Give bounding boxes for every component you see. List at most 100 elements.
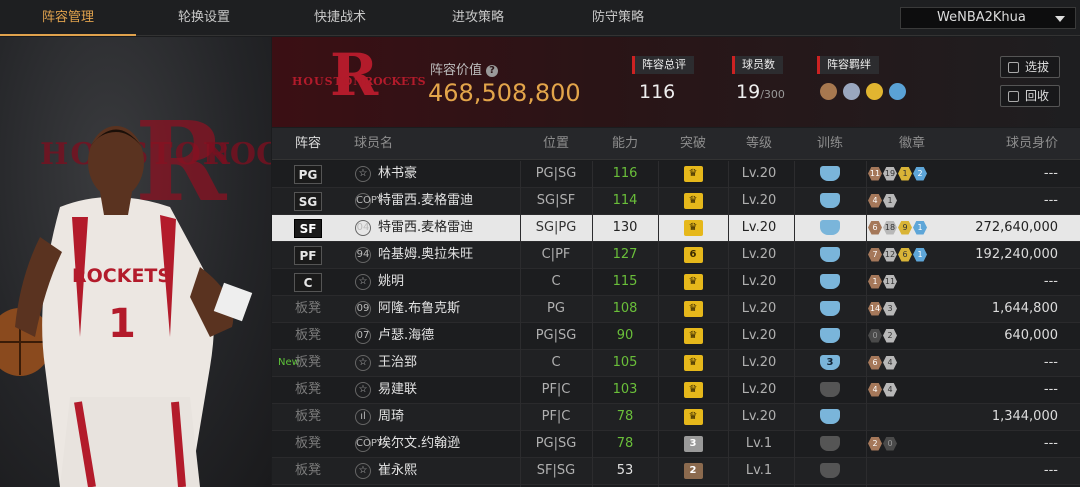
player-badges[interactable]: 14 3 <box>866 296 958 322</box>
training[interactable] <box>794 215 866 241</box>
col-position[interactable]: 位置 <box>520 128 592 160</box>
tab-defense-strategy[interactable]: 防守策略 <box>550 0 686 36</box>
training[interactable] <box>794 242 866 268</box>
player-name[interactable]: 阿隆.布鲁克斯 <box>378 296 460 322</box>
player-name[interactable]: 周琦 <box>378 404 404 430</box>
player-name[interactable]: 姚明 <box>378 269 404 295</box>
table-row[interactable]: 板凳 ☆ 崔永熙 SF|SG 53 2 Lv.1 --- <box>272 458 1080 485</box>
table-row[interactable]: PF 94 哈基姆.奥拉朱旺 C|PF 127 6 Lv.20 7 12 6 1 192,240,00… <box>272 242 1080 269</box>
training[interactable] <box>794 296 866 322</box>
table-row[interactable]: 板凳 07 卢瑟.海德 PG|SG 90 ♛ Lv.20 0 2 640,000 <box>272 323 1080 350</box>
player-badges[interactable]: 7 12 6 1 <box>866 242 958 268</box>
bond-icon[interactable] <box>843 83 860 100</box>
bench-label: 板凳 <box>294 463 321 478</box>
training[interactable] <box>794 269 866 295</box>
breakthrough[interactable]: ♛ <box>658 404 728 430</box>
breakthrough[interactable]: ♛ <box>658 161 728 187</box>
tab-quick-tactics[interactable]: 快捷战术 <box>272 0 408 36</box>
player-name[interactable]: 哈基姆.奥拉朱旺 <box>378 242 473 268</box>
col-breakthrough[interactable]: 突破 <box>658 128 728 160</box>
col-badges[interactable]: 徽章 <box>866 128 958 160</box>
player-badges[interactable]: 41 <box>866 188 958 214</box>
table-row[interactable]: 板凳 ☆ 易建联 PF|C 103 ♛ Lv.20 4 4 --- <box>272 377 1080 404</box>
bond-icon[interactable] <box>820 83 837 100</box>
table-row[interactable]: 板凳 COPY 埃尔文.约翰逊 PG|SG 78 3 Lv.1 2 0 --- <box>272 431 1080 458</box>
breakthrough[interactable]: ♛ <box>658 296 728 322</box>
breakthrough[interactable]: ♛ <box>658 269 728 295</box>
player-badges[interactable] <box>866 458 958 484</box>
player-badges[interactable] <box>866 404 958 430</box>
training[interactable] <box>794 458 866 484</box>
breakthrough[interactable]: ♛ <box>658 323 728 349</box>
badge-hex-icon: 2 <box>868 436 882 451</box>
svg-text:1: 1 <box>108 301 136 347</box>
badge-hex-icon: 4 <box>883 382 897 397</box>
player-name[interactable]: 埃尔文.约翰逊 <box>378 431 460 457</box>
player-name[interactable]: 易建联 <box>378 377 417 403</box>
player-card-icon: 94 <box>352 242 374 268</box>
user-dropdown[interactable]: WeNBA2Khua <box>900 7 1076 29</box>
training[interactable] <box>794 404 866 430</box>
card-type-icon: ıl <box>355 408 371 425</box>
col-training[interactable]: 训练 <box>794 128 866 160</box>
breakthrough[interactable]: ♛ <box>658 377 728 403</box>
breakthrough[interactable]: ♛ <box>658 188 728 214</box>
player-badges[interactable]: 1 11 <box>866 269 958 295</box>
col-ability[interactable]: 能力 <box>592 128 658 160</box>
training[interactable] <box>794 188 866 214</box>
training[interactable] <box>794 431 866 457</box>
player-badges[interactable]: 64 <box>866 350 958 376</box>
breakthrough[interactable]: 2 <box>658 458 728 484</box>
player-name[interactable]: 特雷西.麦格雷迪 <box>378 215 473 241</box>
training[interactable] <box>794 323 866 349</box>
player-level: Lv.20 <box>741 355 777 370</box>
bond-icon[interactable] <box>866 83 883 100</box>
player-name[interactable]: 王治郅 <box>378 350 417 376</box>
player-badges[interactable]: 6 18 9 1 <box>866 215 958 241</box>
recycle-button[interactable]: 回收 <box>1000 85 1060 107</box>
table-row[interactable]: PG ☆ 林书豪 PG|SG 116 ♛ Lv.20 11 19 1 2 --- <box>272 161 1080 188</box>
col-lineup[interactable]: 阵容 <box>286 128 330 160</box>
breakthrough[interactable]: 3 <box>658 431 728 457</box>
breakthrough[interactable]: 6 <box>658 242 728 268</box>
player-name[interactable]: 崔永熙 <box>378 458 417 484</box>
col-name[interactable]: 球员名 <box>354 128 414 160</box>
training[interactable] <box>794 377 866 403</box>
player-name[interactable]: 卢瑟.海德 <box>378 323 434 349</box>
training-shield-icon: 3 <box>820 355 840 370</box>
tab-rotation-settings[interactable]: 轮换设置 <box>136 0 272 36</box>
select-button[interactable]: 选拔 <box>1000 56 1060 78</box>
tab-lineup-management[interactable]: 阵容管理 <box>0 0 136 36</box>
badge-hex-icon: 4 <box>868 382 882 397</box>
player-badges[interactable]: 11 19 1 2 <box>866 161 958 187</box>
training[interactable]: 3 <box>794 350 866 376</box>
player-position: PG|SG <box>535 328 577 343</box>
table-row[interactable]: 板凳 09 阿隆.布鲁克斯 PG 108 ♛ Lv.20 14 3 1,644,800 <box>272 296 1080 323</box>
select-button-label: 选拔 <box>1025 60 1050 74</box>
player-badges[interactable]: 20 <box>866 431 958 457</box>
table-row[interactable]: SF 04 特雷西.麦格雷迪 SG|PG 130 ♛ Lv.20 6 18 9 1 272,640,0… <box>272 215 1080 242</box>
col-value[interactable]: 球员身价 <box>962 128 1058 160</box>
lineup-slot: PG <box>294 165 322 184</box>
help-icon[interactable]: ? <box>486 64 499 77</box>
player-name[interactable]: 特雷西.麦格雷迪 <box>378 188 473 214</box>
player-name[interactable]: 林书豪 <box>378 161 417 187</box>
table-row[interactable]: 板凳 ıl 周琦 PF|C 78 ♛ Lv.20 1,344,000 <box>272 404 1080 431</box>
bond-icon[interactable] <box>889 83 906 100</box>
training[interactable] <box>794 161 866 187</box>
player-badges[interactable]: 44 <box>866 377 958 403</box>
breakthrough[interactable]: ♛ <box>658 215 728 241</box>
player-value: 192,240,000 <box>975 247 1058 262</box>
overall-rating-value: 116 <box>639 81 676 103</box>
player-position: PG <box>547 301 565 316</box>
table-row[interactable]: New 板凳 ☆ 王治郅 C 105 ♛ Lv.20 3 6 4 --- <box>272 350 1080 377</box>
col-level[interactable]: 等级 <box>728 128 790 160</box>
table-row[interactable]: SG COPY 特雷西.麦格雷迪 SG|SF 114 ♛ Lv.20 4 1 --- <box>272 188 1080 215</box>
tab-offense-strategy[interactable]: 进攻策略 <box>410 0 546 36</box>
player-badges[interactable]: 02 <box>866 323 958 349</box>
player-card-icon: ☆ <box>352 377 374 403</box>
badge-hex-icon: 2 <box>913 166 927 181</box>
breakthrough[interactable]: ♛ <box>658 350 728 376</box>
table-row[interactable]: C ☆ 姚明 C 115 ♛ Lv.20 1 11 --- <box>272 269 1080 296</box>
training-shield-icon <box>820 436 840 451</box>
